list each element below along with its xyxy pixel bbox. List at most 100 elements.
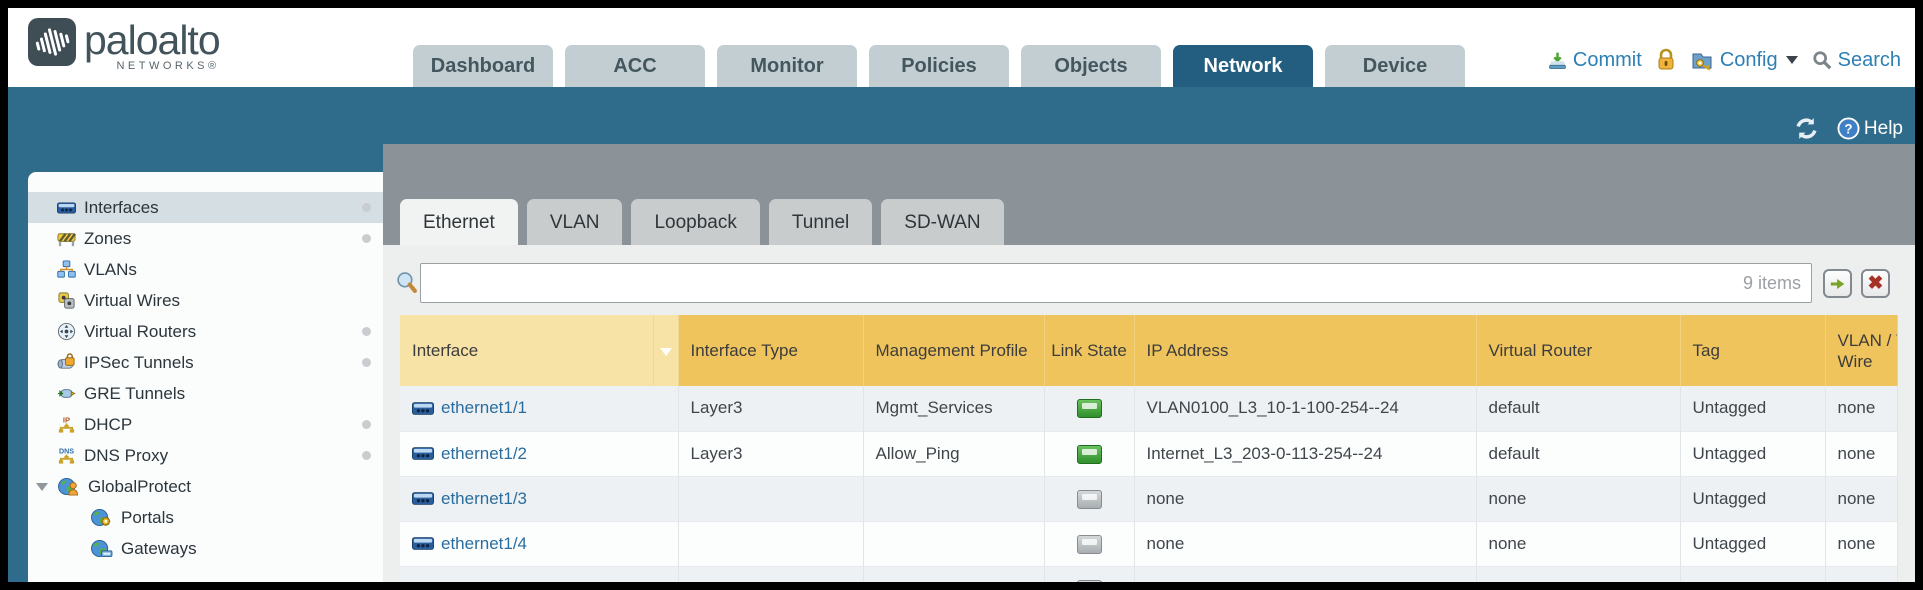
status-dot xyxy=(362,358,371,367)
link-state-icon xyxy=(1077,580,1102,583)
sidebar-item-label: Portals xyxy=(121,508,174,528)
sidebar-item-virtual-routers[interactable]: Virtual Routers xyxy=(28,316,383,347)
sidebar-item-label: Interfaces xyxy=(84,198,159,218)
nic-icon xyxy=(412,537,434,550)
nic-icon xyxy=(412,402,434,415)
vlans-icon xyxy=(57,260,76,279)
refresh-icon[interactable] xyxy=(1794,116,1819,141)
sidebar-item-dns-proxy[interactable]: DNS Proxy xyxy=(28,440,383,471)
sidebar-item-dhcp[interactable]: DHCP xyxy=(28,409,383,440)
search-icon xyxy=(1812,50,1832,70)
tab-tunnel[interactable]: Tunnel xyxy=(769,199,872,245)
chevron-down-icon xyxy=(1786,56,1798,64)
ethernet-panel: 9 items ✖ xyxy=(383,245,1915,582)
sidebar-item-ipsec-tunnels[interactable]: IPSec Tunnels xyxy=(28,347,383,378)
brand-subtitle: NETWORKS® xyxy=(116,60,219,72)
interface-link[interactable]: ethernet1/4 xyxy=(441,534,527,554)
main-nav-tabs: Dashboard ACC Monitor Policies Objects N… xyxy=(413,45,1477,87)
dns-proxy-icon xyxy=(57,446,76,465)
sidebar-item-label: GlobalProtect xyxy=(88,477,191,497)
header-actions: Commit Config Search xyxy=(1548,44,1901,76)
interface-type-tabs: Ethernet VLAN Loopback Tunnel SD-WAN xyxy=(400,199,1013,245)
column-header-tag[interactable]: Tag xyxy=(1680,315,1825,386)
virtual-routers-icon xyxy=(57,322,76,341)
interface-link[interactable]: ethernet1/2 xyxy=(441,444,527,464)
sidebar-item-zones[interactable]: Zones xyxy=(28,223,383,254)
lock-icon[interactable] xyxy=(1656,48,1676,72)
main-content: Ethernet VLAN Loopback Tunnel SD-WAN 9 i… xyxy=(383,144,1915,582)
interface-link[interactable]: ethernet1/1 xyxy=(441,398,527,418)
sidebar-item-gre-tunnels[interactable]: GRE Tunnels xyxy=(28,378,383,409)
paloalto-logo-icon xyxy=(28,18,76,66)
tab-dashboard[interactable]: Dashboard xyxy=(413,45,553,87)
tab-vlan[interactable]: VLAN xyxy=(527,199,623,245)
sidebar-item-label: DNS Proxy xyxy=(84,446,168,466)
filter-input[interactable] xyxy=(431,273,1743,294)
commit-label: Commit xyxy=(1573,49,1642,72)
interfaces-table: Interface Interface Type Management Prof… xyxy=(400,315,1898,582)
search-label: Search xyxy=(1838,49,1901,72)
link-state-icon xyxy=(1077,535,1102,554)
help-button[interactable]: Help xyxy=(1837,117,1903,140)
dhcp-icon xyxy=(57,415,76,434)
table-row[interactable]: ethernet1/4 none none Untagged none xyxy=(400,521,1898,566)
tab-loopback[interactable]: Loopback xyxy=(631,199,759,245)
config-menu-button[interactable]: Config xyxy=(1690,48,1798,72)
sidebar-item-label: IPSec Tunnels xyxy=(84,353,194,373)
table-row[interactable]: ethernet1/1 Layer3 Mgmt_Services VLAN010… xyxy=(400,386,1898,431)
link-state-icon xyxy=(1077,399,1102,418)
tab-ethernet[interactable]: Ethernet xyxy=(400,199,518,245)
tab-network[interactable]: Network xyxy=(1173,45,1313,87)
tab-monitor[interactable]: Monitor xyxy=(717,45,857,87)
search-button[interactable]: Search xyxy=(1812,49,1901,72)
item-count: 9 items xyxy=(1743,273,1801,294)
table-row[interactable]: ethernet1/5 none none Untagged none xyxy=(400,566,1898,582)
status-dot xyxy=(362,451,371,460)
column-header-ip-address[interactable]: IP Address xyxy=(1134,315,1476,386)
column-header-virtual-router[interactable]: Virtual Router xyxy=(1476,315,1680,386)
panos-app: paloalto NETWORKS® Dashboard ACC Monitor… xyxy=(8,8,1915,582)
zones-icon xyxy=(57,229,76,248)
sidebar-item-label: DHCP xyxy=(84,415,132,435)
sort-dropdown-button[interactable] xyxy=(653,315,678,386)
sidebar-item-gateways[interactable]: Gateways xyxy=(28,533,383,564)
interface-link[interactable]: ethernet1/5 xyxy=(441,579,527,583)
tab-acc[interactable]: ACC xyxy=(565,45,705,87)
config-icon xyxy=(1690,48,1714,72)
sidebar: Interfaces Zones VLANs Virtual Wi xyxy=(28,172,383,582)
tab-policies[interactable]: Policies xyxy=(869,45,1009,87)
commit-icon xyxy=(1548,51,1567,70)
column-header-interface-type[interactable]: Interface Type xyxy=(678,315,863,386)
clear-filter-button[interactable]: ✖ xyxy=(1861,269,1890,298)
sidebar-item-label: GRE Tunnels xyxy=(84,384,185,404)
apply-filter-button[interactable] xyxy=(1823,269,1852,298)
column-header-link-state[interactable]: Link State xyxy=(1044,315,1134,386)
column-header-management-profile[interactable]: Management Profile xyxy=(863,315,1044,386)
top-bar: paloalto NETWORKS® Dashboard ACC Monitor… xyxy=(8,8,1915,87)
sidebar-item-vlans[interactable]: VLANs xyxy=(28,254,383,285)
status-dot xyxy=(362,203,371,212)
sort-triangle-icon xyxy=(660,348,672,356)
sidebar-item-portals[interactable]: Portals xyxy=(28,502,383,533)
status-dot xyxy=(362,327,371,336)
tab-objects[interactable]: Objects xyxy=(1021,45,1161,87)
table-row[interactable]: ethernet1/2 Layer3 Allow_Ping Internet_L… xyxy=(400,431,1898,476)
tab-device[interactable]: Device xyxy=(1325,45,1465,87)
sidebar-item-label: Zones xyxy=(84,229,131,249)
column-header-interface[interactable]: Interface xyxy=(400,315,653,386)
column-header-vlan-virtual-wire[interactable]: VLAN / Virtual Wire xyxy=(1825,315,1898,386)
portals-icon xyxy=(90,508,113,527)
red-x-icon: ✖ xyxy=(1868,274,1884,293)
sidebar-item-globalprotect[interactable]: GlobalProtect xyxy=(28,471,383,502)
sidebar-item-label: Gateways xyxy=(121,539,197,559)
sidebar-item-interfaces[interactable]: Interfaces xyxy=(28,192,383,223)
commit-button[interactable]: Commit xyxy=(1548,49,1642,72)
status-dot xyxy=(362,234,371,243)
tab-sdwan[interactable]: SD-WAN xyxy=(881,199,1003,245)
sidebar-item-virtual-wires[interactable]: Virtual Wires xyxy=(28,285,383,316)
virtual-wires-icon xyxy=(57,291,76,310)
table-row[interactable]: ethernet1/3 none none Untagged none xyxy=(400,476,1898,521)
interface-link[interactable]: ethernet1/3 xyxy=(441,489,527,509)
expander-triangle-icon[interactable] xyxy=(36,483,48,491)
help-label: Help xyxy=(1864,118,1903,140)
